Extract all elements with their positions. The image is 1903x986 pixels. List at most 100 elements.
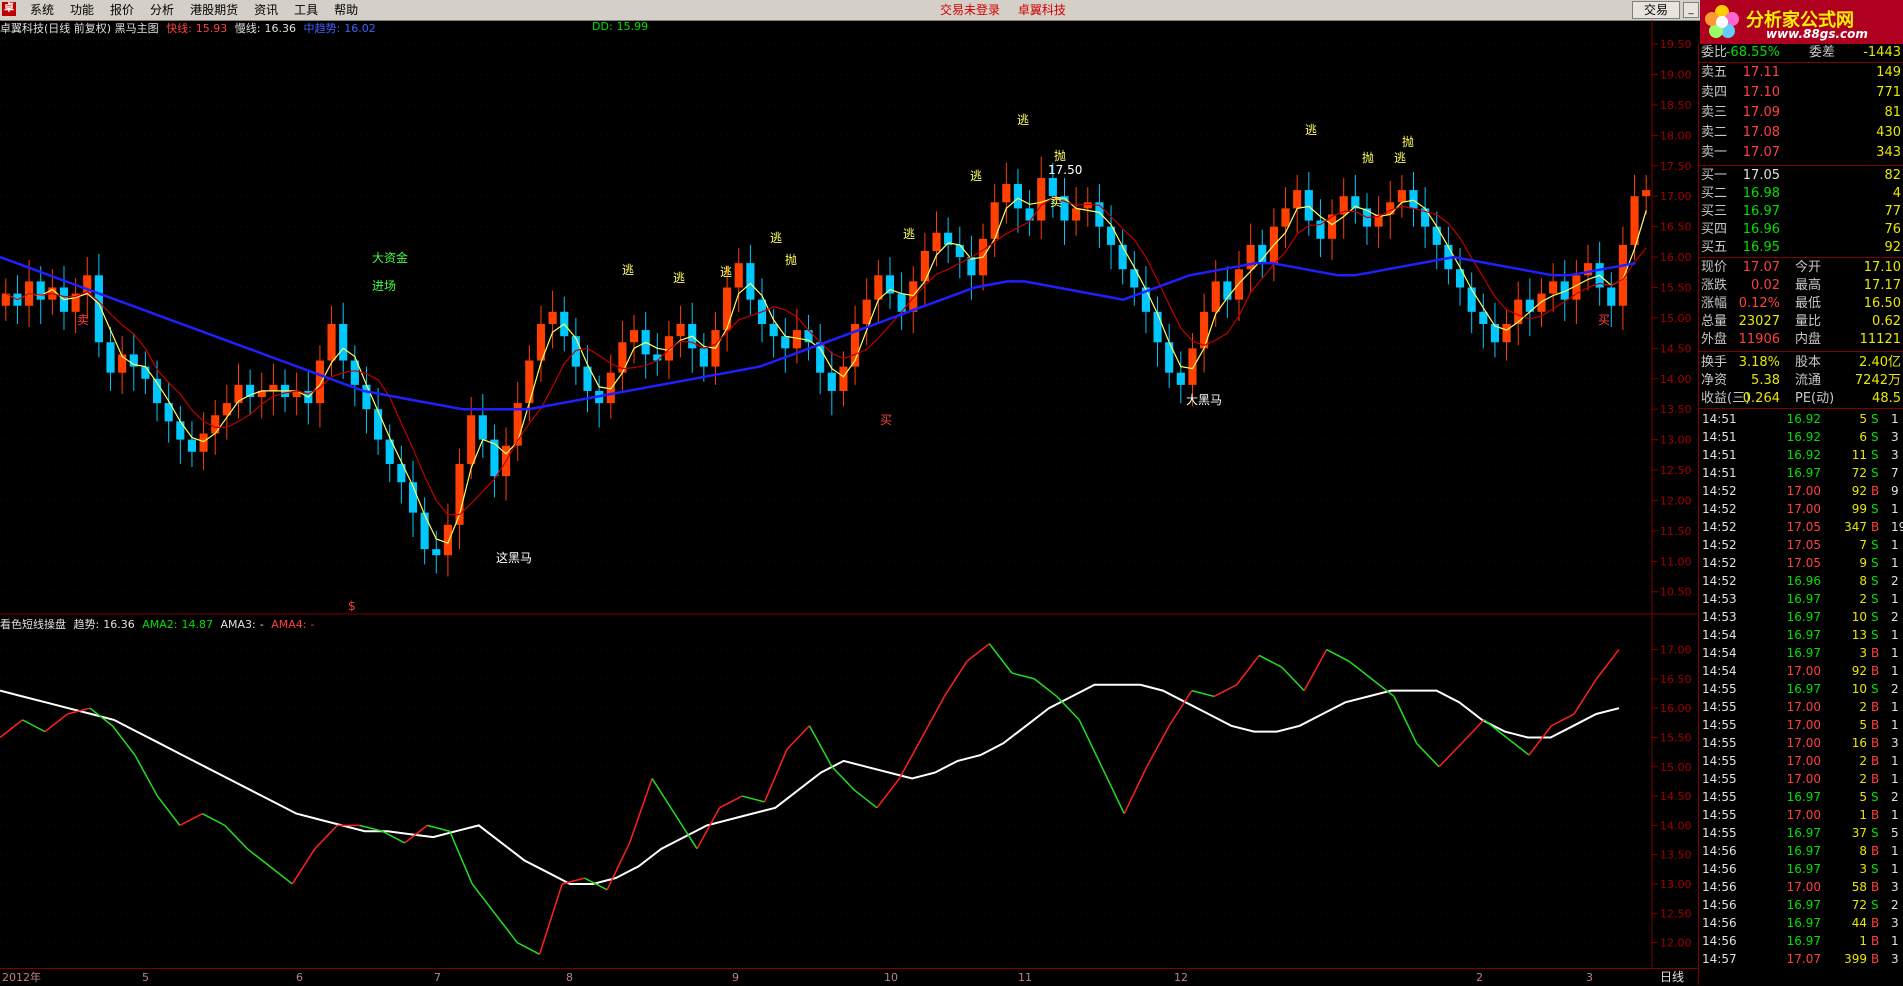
stat-value: 17.07 bbox=[1742, 260, 1780, 275]
tick-row[interactable]: 14:52 17.00 92 B 9 bbox=[1699, 482, 1903, 500]
tick-row[interactable]: 14:56 16.97 44 B 3 bbox=[1699, 914, 1903, 932]
stat-label: 今开 bbox=[1795, 260, 1822, 275]
tick-price: 16.92 bbox=[1786, 448, 1821, 462]
slow-line-series bbox=[5, 197, 1647, 516]
tick-price: 16.97 bbox=[1786, 682, 1821, 696]
tick-row[interactable]: 14:52 17.00 99 S 1 bbox=[1699, 500, 1903, 518]
candle-body bbox=[1176, 372, 1185, 385]
trade-button[interactable]: 交易 bbox=[1632, 1, 1680, 19]
tick-row[interactable]: 14:54 17.00 92 B 1 bbox=[1699, 662, 1903, 680]
bid-volume: 92 bbox=[1884, 240, 1901, 255]
tick-volume: 72 bbox=[1851, 898, 1867, 912]
tick-time: 14:55 bbox=[1702, 736, 1737, 750]
ama2-segment bbox=[1438, 742, 1463, 768]
tick-row[interactable]: 14:51 16.97 72 S 7 bbox=[1699, 464, 1903, 482]
menu-system[interactable]: 系统 bbox=[22, 0, 62, 20]
candle-body bbox=[1514, 299, 1523, 324]
tick-row[interactable]: 14:56 16.97 8 B 1 bbox=[1699, 842, 1903, 860]
ask-price: 17.11 bbox=[1742, 65, 1780, 80]
bid-level-row[interactable]: 买五 16.95 92 bbox=[1699, 239, 1903, 257]
chart-annotation: 逃 bbox=[1305, 123, 1317, 137]
menu-hk-futures[interactable]: 港股期货 bbox=[182, 0, 246, 20]
ask-level-row[interactable]: 卖一 17.07 343 bbox=[1699, 144, 1903, 162]
chart-annotation: 抛 bbox=[1402, 134, 1414, 149]
dd-legend: DD: 15.99 bbox=[592, 20, 652, 33]
candle-body bbox=[525, 360, 534, 404]
tick-row[interactable]: 14:56 16.97 72 S 2 bbox=[1699, 896, 1903, 914]
brand-url[interactable]: www.88gs.com bbox=[1766, 27, 1868, 41]
ama2-segment bbox=[1033, 678, 1058, 698]
tick-row[interactable]: 14:55 17.00 1 B 1 bbox=[1699, 806, 1903, 824]
tick-price: 16.97 bbox=[1786, 898, 1821, 912]
tick-volume: 37 bbox=[1851, 826, 1867, 840]
candle-body bbox=[1281, 208, 1290, 227]
tick-row[interactable]: 14:51 16.92 5 S 1 bbox=[1699, 410, 1903, 428]
menu-quote[interactable]: 报价 bbox=[102, 0, 142, 20]
tick-row[interactable]: 14:56 16.97 1 B 1 bbox=[1699, 932, 1903, 950]
tick-row[interactable]: 14:55 17.00 2 B 1 bbox=[1699, 752, 1903, 770]
ask-level-row[interactable]: 卖三 17.09 81 bbox=[1699, 104, 1903, 122]
period-label[interactable]: 日线 bbox=[1660, 969, 1684, 986]
tick-row[interactable]: 14:55 16.97 5 S 2 bbox=[1699, 788, 1903, 806]
tick-time: 14:56 bbox=[1702, 916, 1737, 930]
tick-row[interactable]: 14:57 17.07 399 B 3 bbox=[1699, 950, 1903, 968]
tick-row[interactable]: 14:51 16.92 6 S 3 bbox=[1699, 428, 1903, 446]
main-legend: 卓翼科技(日线 前复权) 黑马主图 快线: 15.93 慢线: 16.36 中趋势:… bbox=[0, 20, 380, 36]
tick-row[interactable]: 14:52 17.05 9 S 1 bbox=[1699, 554, 1903, 572]
fundamental-value: 2.40亿 bbox=[1859, 355, 1901, 370]
main-chart-title: 卓翼科技(日线 前复权) 黑马主图 bbox=[0, 22, 159, 35]
ama2-segment bbox=[853, 789, 878, 809]
minimize-icon[interactable]: _ bbox=[1683, 2, 1699, 18]
tick-row[interactable]: 14:54 16.97 3 B 1 bbox=[1699, 644, 1903, 662]
ama2-segment bbox=[921, 696, 946, 738]
tick-row[interactable]: 14:53 16.97 2 S 1 bbox=[1699, 590, 1903, 608]
tick-row[interactable]: 14:55 17.00 2 B 1 bbox=[1699, 698, 1903, 716]
bid-level-row[interactable]: 买三 16.97 77 bbox=[1699, 203, 1903, 221]
bid-level-row[interactable]: 买一 17.05 82 bbox=[1699, 167, 1903, 185]
ama2-segment bbox=[427, 824, 450, 832]
bid-level-row[interactable]: 买四 16.96 76 bbox=[1699, 221, 1903, 239]
tick-row[interactable]: 14:55 16.97 37 S 5 bbox=[1699, 824, 1903, 842]
stat-value: 11906 bbox=[1738, 332, 1780, 347]
ama2-segment bbox=[831, 766, 855, 791]
tick-time: 14:54 bbox=[1702, 664, 1737, 678]
menu-function[interactable]: 功能 bbox=[62, 0, 102, 20]
tick-time: 14:51 bbox=[1702, 412, 1737, 426]
candle-body bbox=[327, 324, 336, 361]
trade-status[interactable]: 交易未登录 bbox=[940, 3, 1000, 17]
chart-annotation: 逃 bbox=[970, 169, 982, 183]
candle-body bbox=[1397, 190, 1406, 203]
chart-area[interactable]: 19.50 19.00 18.50 18.00 17.50 17.00 16.50 16.00… bbox=[0, 20, 1698, 970]
menu-analysis[interactable]: 分析 bbox=[142, 0, 182, 20]
tick-row[interactable]: 14:55 17.00 2 B 1 bbox=[1699, 770, 1903, 788]
tick-row[interactable]: 14:55 16.97 10 S 2 bbox=[1699, 680, 1903, 698]
tick-row[interactable]: 14:56 17.00 58 B 3 bbox=[1699, 878, 1903, 896]
bid-level-row[interactable]: 买二 16.98 4 bbox=[1699, 185, 1903, 203]
tick-row[interactable]: 14:55 17.00 5 B 1 bbox=[1699, 716, 1903, 734]
bid-level-label: 买三 bbox=[1701, 204, 1728, 219]
ask-level-row[interactable]: 卖四 17.10 771 bbox=[1699, 84, 1903, 102]
tick-time: 14:51 bbox=[1702, 466, 1737, 480]
quote-stat-row: 总量 23027 量比 0.62 bbox=[1699, 313, 1903, 331]
ask-level-row[interactable]: 卖二 17.08 430 bbox=[1699, 124, 1903, 142]
tick-row[interactable]: 14:56 16.97 3 S 1 bbox=[1699, 860, 1903, 878]
tick-direction: B bbox=[1871, 916, 1880, 930]
tick-row[interactable]: 14:53 16.97 10 S 2 bbox=[1699, 608, 1903, 626]
tick-count: 1 bbox=[1891, 808, 1899, 822]
tick-row[interactable]: 14:55 17.00 16 B 3 bbox=[1699, 734, 1903, 752]
menu-tools[interactable]: 工具 bbox=[286, 0, 326, 20]
tick-price: 16.97 bbox=[1786, 592, 1821, 606]
candle-body bbox=[1409, 190, 1418, 209]
tick-row[interactable]: 14:51 16.92 11 S 3 bbox=[1699, 446, 1903, 464]
menu-help[interactable]: 帮助 bbox=[326, 0, 366, 20]
tick-row[interactable]: 14:52 17.05 7 S 1 bbox=[1699, 536, 1903, 554]
candle-body bbox=[1502, 324, 1511, 343]
month-label: 5 bbox=[142, 971, 149, 984]
candle-body bbox=[1013, 184, 1023, 209]
tick-row[interactable]: 14:54 16.97 13 S 1 bbox=[1699, 626, 1903, 644]
tick-row[interactable]: 14:52 16.96 8 S 2 bbox=[1699, 572, 1903, 590]
ask-level-row[interactable]: 卖五 17.11 149 bbox=[1699, 64, 1903, 82]
ask-price: 17.08 bbox=[1742, 125, 1780, 140]
tick-row[interactable]: 14:52 17.05 347 B 19 bbox=[1699, 518, 1903, 536]
menu-news[interactable]: 资讯 bbox=[246, 0, 286, 20]
